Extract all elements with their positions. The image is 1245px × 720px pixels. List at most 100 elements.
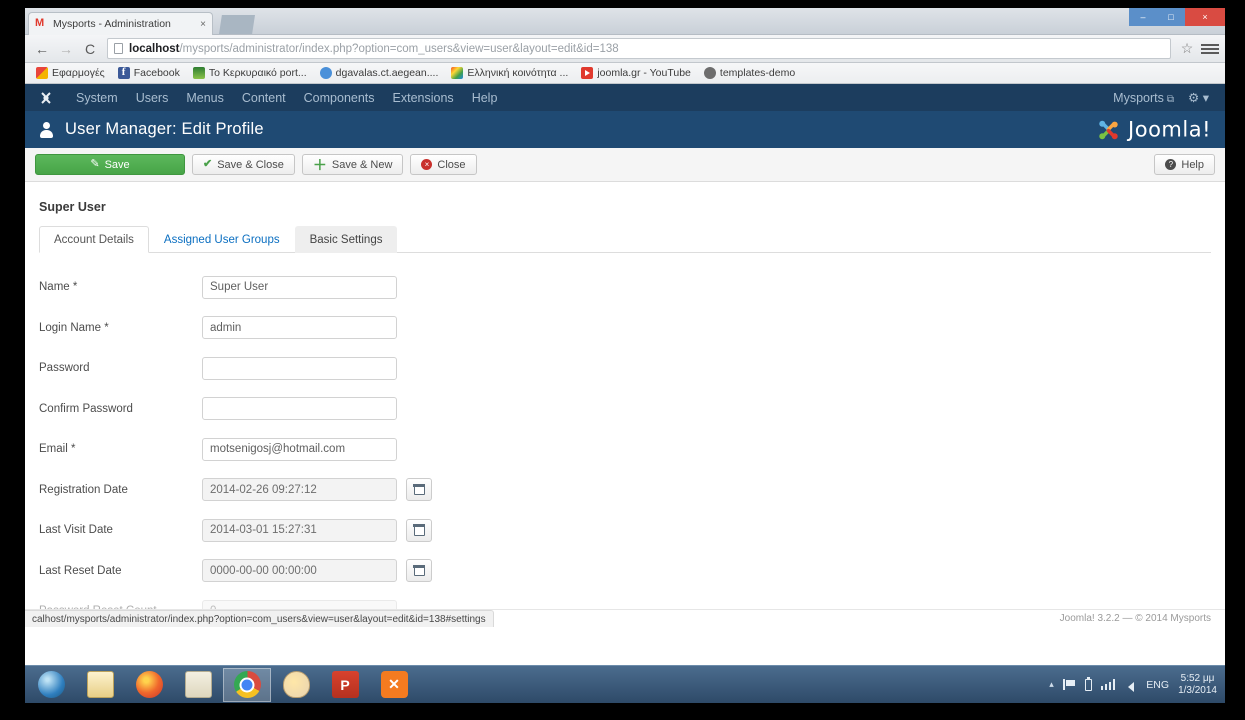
last-visit-date-input[interactable]: 2014-03-01 15:27:31 — [202, 518, 397, 542]
external-link-icon: ⧉ — [1166, 93, 1175, 105]
label-registration-date: Registration Date — [39, 483, 128, 496]
volume-icon[interactable] — [1124, 679, 1137, 692]
close-button[interactable]: × Close — [410, 154, 477, 175]
windows-taskbar: P ✕ ▴ ENG 5:52 μμ 1/3/2014 — [25, 665, 1225, 703]
field-row-password: Password — [39, 348, 1225, 389]
bookmark-star-icon[interactable]: ☆ — [1177, 40, 1197, 57]
name-input[interactable]: Super User — [202, 275, 397, 299]
close-window-button[interactable]: × — [1185, 8, 1225, 26]
joomla-mark-icon — [1099, 120, 1118, 139]
last-reset-date-input[interactable]: 0000-00-00 00:00:00 — [202, 559, 397, 583]
last-visit-date-calendar-button[interactable] — [406, 518, 432, 542]
field-row-confirm-password: Confirm Password — [39, 389, 1225, 430]
taskbar-document[interactable] — [174, 668, 222, 702]
pencil-icon: ✎ — [90, 158, 100, 170]
field-row-last-reset-date: Last Reset Date 0000-00-00 00:00:00 — [39, 551, 1225, 592]
close-tab-icon[interactable]: × — [196, 19, 206, 30]
save-and-new-button[interactable]: ＋ Save & New — [301, 154, 404, 175]
last-reset-date-calendar-button[interactable] — [406, 559, 432, 583]
system-tray: ▴ ENG 5:52 μμ 1/3/2014 — [1049, 673, 1225, 696]
bookmark-joomla-greece[interactable]: Ελληνική κοινότητα ... — [446, 66, 573, 80]
show-hidden-icons-icon[interactable]: ▴ — [1049, 679, 1054, 690]
network-signal-icon[interactable] — [1100, 679, 1116, 690]
xampp-icon: ✕ — [380, 671, 408, 698]
joomla-logo: Joomla! — [1096, 117, 1211, 142]
close-circle-icon: × — [421, 159, 433, 170]
taskbar-xampp[interactable]: ✕ — [370, 668, 418, 702]
field-row-name: Name * Super User — [39, 267, 1225, 308]
menu-item-content[interactable]: Content — [233, 91, 295, 105]
confirm-password-input[interactable] — [202, 397, 397, 421]
taskbar-powerpoint[interactable]: P — [321, 668, 369, 702]
footer-text: Joomla! 3.2.2 — © 2014 Mysports — [1059, 613, 1211, 624]
bookmark-kerkyra[interactable]: Το Κερκυραικό port... — [188, 66, 312, 80]
login-name-input[interactable]: admin — [202, 316, 397, 340]
action-center-flag-icon[interactable] — [1062, 679, 1076, 690]
notepad-icon — [86, 671, 114, 698]
user-icon — [39, 122, 53, 138]
address-bar[interactable]: localhost /mysports/administrator/index.… — [107, 38, 1171, 59]
clock[interactable]: 5:52 μμ 1/3/2014 — [1178, 673, 1217, 696]
label-email: Email * — [39, 443, 76, 456]
photo-frame: Mysports - Administration × – □ × ← → C … — [0, 0, 1245, 720]
bookmark-dgavalas[interactable]: dgavalas.ct.aegean.... — [315, 66, 444, 80]
menu-item-components[interactable]: Components — [295, 91, 384, 105]
reload-icon[interactable]: C — [79, 38, 101, 60]
email-input[interactable]: motsenigosj@hotmail.com — [202, 437, 397, 461]
minimize-button[interactable]: – — [1129, 8, 1157, 26]
menu-item-help[interactable]: Help — [463, 91, 507, 105]
menu-item-users[interactable]: Users — [127, 91, 178, 105]
menu-item-system[interactable]: System — [67, 91, 127, 105]
facebook-icon — [117, 66, 130, 79]
registration-date-input[interactable]: 2014-02-26 09:27:12 — [202, 478, 397, 502]
chrome-menu-icon[interactable] — [1201, 43, 1219, 54]
browser-toolbar: ← → C localhost /mysports/administrator/… — [25, 35, 1225, 63]
back-icon[interactable]: ← — [31, 38, 53, 60]
url-path: /mysports/administrator/index.php?option… — [179, 42, 619, 55]
admin-settings-menu[interactable]: ⚙ ▾ — [1188, 90, 1209, 105]
save-and-close-button[interactable]: ✔ Save & Close — [192, 154, 295, 175]
field-row-registration-date: Registration Date 2014-02-26 09:27:12 — [39, 470, 1225, 511]
account-details-form: Name * Super User Login Name * admin Pas… — [39, 253, 1225, 632]
menu-item-extensions[interactable]: Extensions — [384, 91, 463, 105]
page-title: User Manager: Edit Profile — [65, 120, 264, 138]
forward-icon[interactable]: → — [55, 38, 77, 60]
browser-window: Mysports - Administration × – □ × ← → C … — [25, 8, 1225, 703]
site-favicon-icon — [35, 17, 48, 31]
youtube-icon — [581, 67, 594, 79]
status-bar: calhost/mysports/administrator/index.php… — [25, 610, 494, 627]
bookmark-label: Το Κερκυραικό port... — [208, 67, 307, 79]
field-row-last-visit-date: Last Visit Date 2014-03-01 15:27:31 — [39, 510, 1225, 551]
bookmark-apps[interactable]: Εφαρμογές — [31, 66, 110, 80]
dgavalas-icon — [319, 67, 332, 79]
document-icon — [184, 671, 212, 698]
language-indicator[interactable]: ENG — [1146, 679, 1169, 691]
battery-icon[interactable] — [1084, 676, 1092, 691]
tab-account-details[interactable]: Account Details — [39, 226, 149, 253]
maximize-button[interactable]: □ — [1157, 8, 1185, 26]
gear-icon: ⚙ — [1188, 91, 1200, 105]
password-input[interactable] — [202, 356, 397, 380]
menu-item-menus[interactable]: Menus — [177, 91, 233, 105]
taskbar-internet-explorer[interactable] — [27, 668, 75, 702]
bookmark-youtube[interactable]: joomla.gr - YouTube — [576, 66, 696, 80]
save-button[interactable]: ✎ Save — [35, 154, 185, 175]
bookmark-facebook[interactable]: Facebook — [113, 66, 185, 80]
new-tab-button[interactable] — [219, 15, 255, 34]
taskbar-chrome[interactable] — [223, 667, 271, 702]
taskbar-firefox[interactable] — [125, 668, 173, 702]
bookmark-label: Ελληνική κοινότητα ... — [467, 67, 569, 79]
status-url: calhost/mysports/administrator/index.php… — [32, 613, 486, 625]
tab-basic-settings[interactable]: Basic Settings — [294, 226, 398, 253]
help-button[interactable]: ? Help — [1154, 154, 1215, 176]
browser-tab[interactable]: Mysports - Administration × — [28, 12, 213, 35]
browser-tab-title: Mysports - Administration — [53, 18, 171, 30]
taskbar-notepad[interactable] — [76, 668, 124, 702]
site-link[interactable]: Mysports ⧉ — [1113, 91, 1174, 105]
bookmark-templates-demo[interactable]: templates-demo — [699, 66, 800, 80]
label-last-reset-date: Last Reset Date — [39, 564, 122, 577]
joomla-brand-icon[interactable] — [33, 89, 59, 107]
registration-date-calendar-button[interactable] — [406, 478, 432, 502]
taskbar-paint[interactable] — [272, 668, 320, 702]
tab-assigned-user-groups[interactable]: Assigned User Groups — [149, 226, 295, 253]
